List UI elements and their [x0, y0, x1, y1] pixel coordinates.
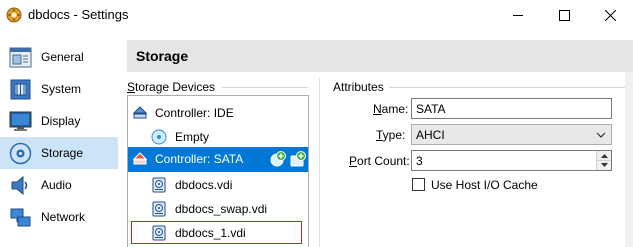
close-button[interactable] [587, 0, 633, 31]
chevron-down-icon [600, 163, 608, 167]
window-title: dbdocs - Settings [28, 7, 129, 22]
spin-down-button[interactable] [597, 160, 611, 169]
maximize-icon [558, 10, 570, 21]
settings-nav: General System Display Storage Audio Net… [0, 34, 118, 247]
nav-item-general[interactable]: General [0, 41, 118, 73]
name-label: Name: [373, 102, 409, 116]
close-icon [604, 10, 616, 21]
nav-item-network[interactable]: Network [0, 201, 118, 233]
highlight-annotation [131, 221, 302, 244]
page-header: Storage [127, 40, 633, 72]
type-label: Type: [376, 128, 406, 142]
ide-controller-icon [132, 105, 148, 121]
minimize-icon [512, 15, 523, 16]
nav-label: General [41, 50, 84, 64]
sata-controller-icon [132, 151, 148, 167]
chevron-down-icon [595, 129, 607, 141]
add-hard-disk-icon[interactable] [290, 151, 306, 167]
spin-buttons [596, 151, 611, 170]
storage-disk-icon [9, 142, 32, 165]
nav-label: Storage [41, 146, 84, 160]
panel-divider [319, 78, 320, 247]
chevron-up-icon [600, 153, 608, 158]
name-field[interactable] [411, 98, 612, 119]
tree-item-label: Controller: SATA [155, 152, 244, 166]
display-monitor-icon [9, 110, 32, 133]
type-select-value: AHCI [416, 128, 445, 142]
page-title: Storage [136, 48, 189, 64]
port-count-stepper[interactable]: 3 [411, 150, 612, 171]
hard-disk-icon [151, 177, 167, 193]
tree-item-label: dbdocs.vdi [175, 178, 233, 192]
nav-label: Audio [41, 178, 72, 192]
section-divider [389, 87, 625, 88]
spin-up-button[interactable] [597, 151, 611, 160]
system-chip-icon [9, 78, 32, 101]
tree-item-label: dbdocs_swap.vdi [175, 202, 268, 216]
network-icon [9, 206, 32, 229]
nav-item-system[interactable]: System [0, 73, 118, 105]
section-divider [222, 87, 308, 88]
nav-item-audio[interactable]: Audio [0, 169, 118, 201]
tree-item-label: Controller: IDE [155, 106, 234, 120]
port-count-label: Port Count: [349, 154, 410, 168]
nav-label: Network [41, 210, 86, 224]
host-io-cache-label[interactable]: Use Host I/O Cache [431, 178, 538, 192]
tree-item-disk[interactable]: dbdocs.vdi [128, 173, 308, 198]
nav-label: System [41, 82, 82, 96]
audio-speaker-icon [9, 174, 32, 197]
title-bar: dbdocs - Settings [0, 0, 633, 31]
minimize-button[interactable] [495, 0, 541, 31]
attributes-heading: Attributes [333, 80, 384, 94]
tree-item-label: Empty [175, 130, 210, 144]
general-icon [9, 46, 32, 69]
maximize-button[interactable] [541, 0, 587, 31]
tree-item-controller-sata[interactable]: Controller: SATA [128, 147, 308, 172]
app-icon [6, 7, 22, 23]
tree-item-controller-ide[interactable]: Controller: IDE [128, 101, 308, 126]
nav-item-display[interactable]: Display [0, 105, 118, 137]
add-optical-drive-icon[interactable] [270, 151, 286, 167]
nav-item-storage[interactable]: Storage [0, 137, 118, 169]
optical-disc-icon [151, 129, 167, 145]
port-count-value: 3 [416, 154, 423, 168]
scrollbar[interactable] [625, 72, 633, 247]
type-select[interactable]: AHCI [411, 124, 612, 145]
hard-disk-icon [151, 201, 167, 217]
nav-label: Display [41, 114, 81, 128]
host-io-cache-checkbox[interactable] [412, 178, 425, 191]
storage-devices-heading: Storage Devices [127, 80, 216, 94]
tree-item-disk[interactable]: dbdocs_swap.vdi [128, 197, 308, 222]
